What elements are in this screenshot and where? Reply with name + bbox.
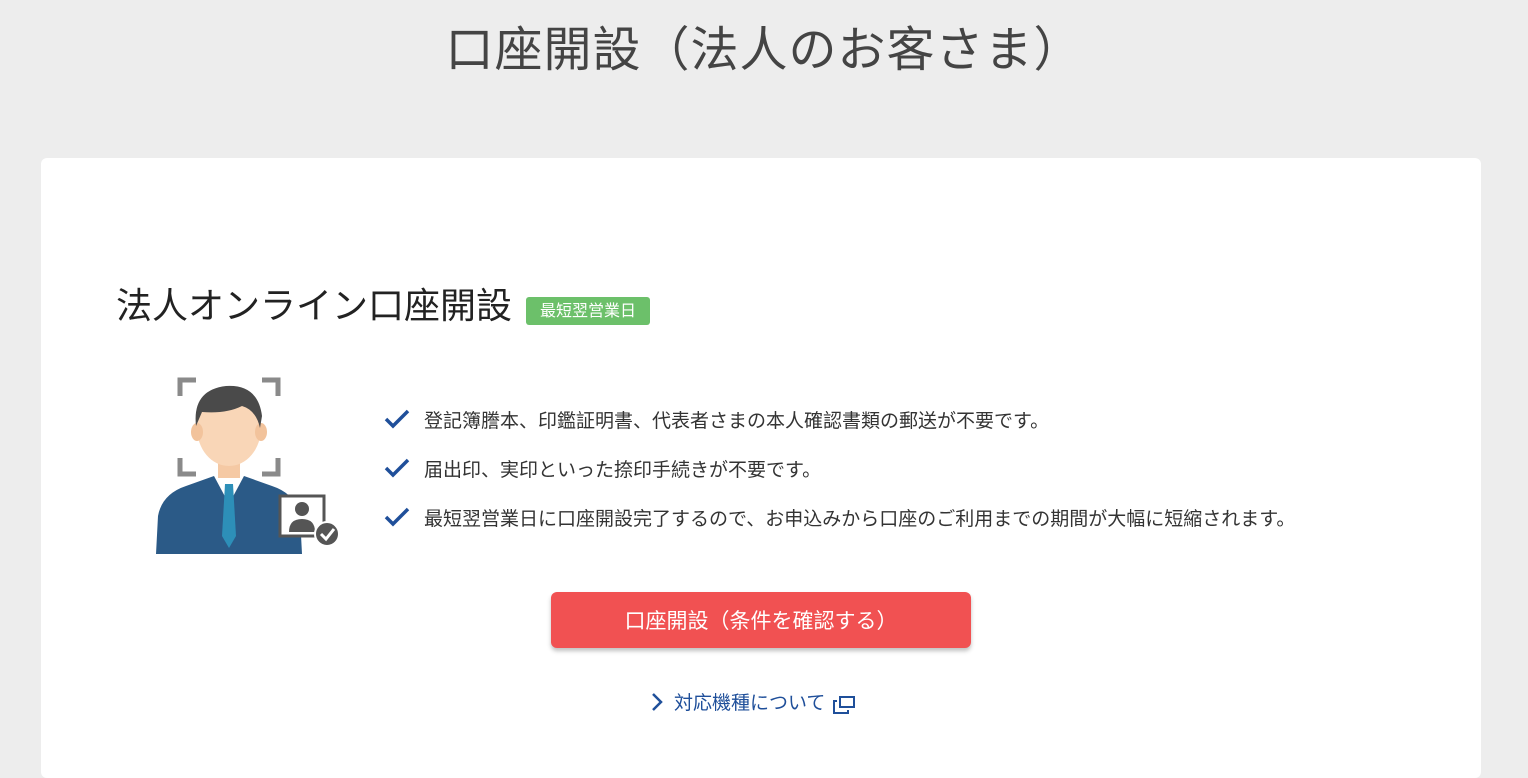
section-heading: 法人オンライン口座開設 最短翌営業日 xyxy=(116,283,651,331)
chevron-right-icon xyxy=(652,692,663,711)
section-title: 法人オンライン口座開設 xyxy=(116,286,513,327)
list-item: 登記簿謄本、印鑑証明書、代表者さまの本人確認書類の郵送が不要です。 xyxy=(384,402,1295,436)
check-icon xyxy=(384,507,410,527)
list-item: 最短翌営業日に口座開設完了するので、お申込みから口座のご利用までの期間が大幅に短… xyxy=(384,500,1295,534)
list-item: 届出印、実印といった捺印手続きが不要です。 xyxy=(384,451,1295,485)
page-title: 口座開設（法人のお客さま） xyxy=(445,22,1083,78)
check-icon xyxy=(384,458,410,478)
feature-list: 登記簿謄本、印鑑証明書、代表者さまの本人確認書類の郵送が不要です。 届出印、実印… xyxy=(384,402,1295,549)
check-icon xyxy=(384,409,410,429)
supported-devices-label: 対応機種について xyxy=(674,692,826,714)
supported-devices-link[interactable]: 対応機種について xyxy=(650,688,856,715)
feature-text: 届出印、実印といった捺印手続きが不要です。 xyxy=(424,458,822,481)
external-window-icon xyxy=(833,695,856,714)
businessman-id-verification-icon xyxy=(156,376,342,556)
fastest-badge: 最短翌営業日 xyxy=(526,297,651,325)
feature-text: 最短翌営業日に口座開設完了するので、お申込みから口座のご利用までの期間が大幅に短… xyxy=(424,507,1296,530)
feature-text: 登記簿謄本、印鑑証明書、代表者さまの本人確認書類の郵送が不要です。 xyxy=(424,409,1050,432)
open-account-button[interactable]: 口座開設（条件を確認する） xyxy=(551,592,971,648)
